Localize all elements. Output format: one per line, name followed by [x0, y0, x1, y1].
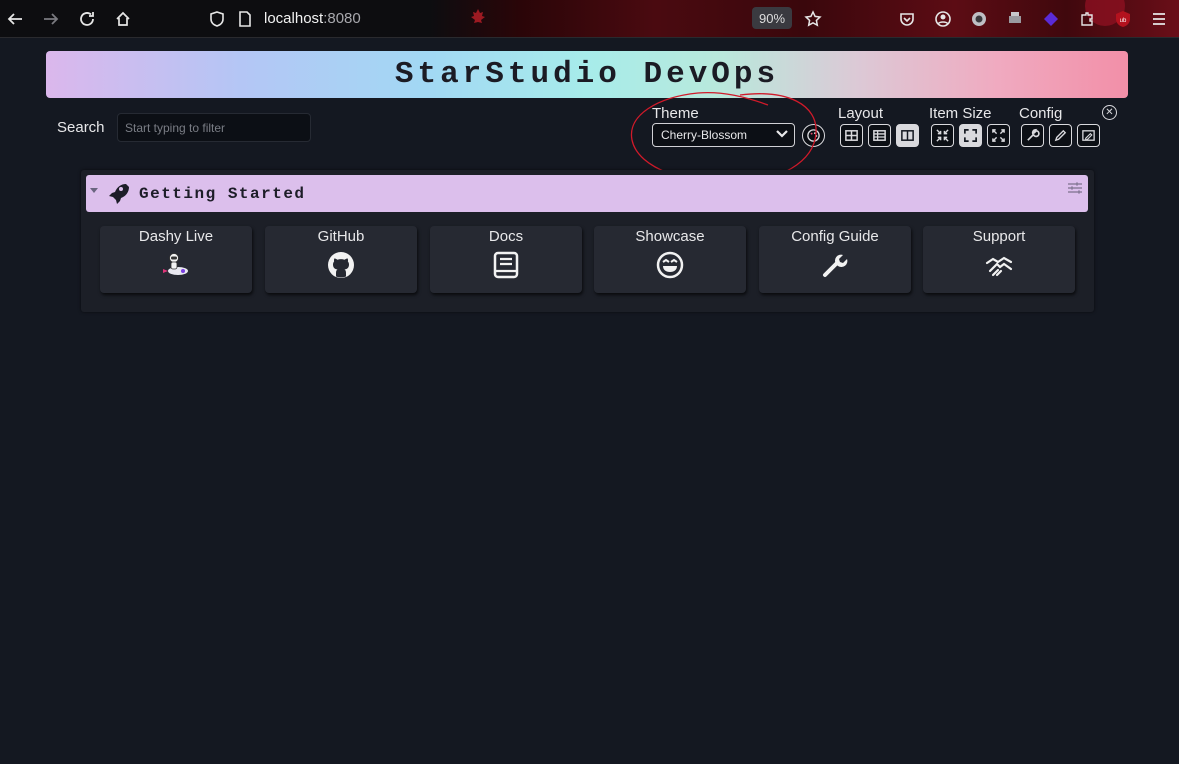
section-header[interactable]: Getting Started	[86, 175, 1088, 212]
config-label: Config	[1019, 105, 1063, 122]
page-title: StarStudio DevOps	[394, 57, 780, 92]
item-docs[interactable]: Docs	[430, 226, 582, 293]
browser-toolbar: localhost:8080 90% ub	[0, 0, 1179, 38]
heart-eyes-smiley-icon	[654, 249, 686, 281]
tracking-shield-icon[interactable]	[207, 9, 227, 29]
reload-icon[interactable]	[77, 9, 97, 29]
section-options-icon[interactable]	[1067, 181, 1083, 195]
forward-icon[interactable]	[41, 9, 61, 29]
item-label: Showcase	[635, 228, 705, 245]
columns-layout-icon	[901, 130, 914, 141]
maple-leaf-icon	[468, 7, 488, 27]
ublock-origin-icon[interactable]: ub	[1113, 9, 1133, 29]
expand-icon	[992, 129, 1005, 142]
list-layout-icon	[873, 130, 886, 141]
github-icon	[325, 249, 357, 281]
extension-circle-icon[interactable]	[969, 9, 989, 29]
theme-configurator-button[interactable]	[802, 124, 825, 147]
layout-horizontal-button[interactable]	[896, 124, 919, 147]
menu-hamburger-icon[interactable]	[1149, 9, 1169, 29]
home-icon[interactable]	[113, 9, 133, 29]
extensions-puzzle-icon[interactable]	[1077, 9, 1097, 29]
wrench-icon	[1027, 128, 1040, 141]
printer-extension-icon[interactable]	[1005, 9, 1025, 29]
layout-vertical-button[interactable]	[868, 124, 891, 147]
item-label: GitHub	[317, 228, 365, 245]
search-label: Search	[57, 119, 105, 136]
item-showcase[interactable]: Showcase	[594, 226, 746, 293]
pocket-icon[interactable]	[897, 9, 917, 29]
item-label: Config Guide	[791, 228, 879, 245]
item-label: Docs	[488, 228, 524, 245]
item-size-medium-button[interactable]	[959, 124, 982, 147]
diamond-extension-icon[interactable]	[1041, 9, 1061, 29]
chevron-down-icon	[776, 130, 788, 138]
astronaut-rocket-icon	[160, 249, 192, 281]
item-label: Dashy Live	[138, 228, 214, 245]
config-edit-mode-button[interactable]	[1077, 124, 1100, 147]
wrench-icon	[819, 249, 851, 281]
item-size-label: Item Size	[929, 105, 992, 122]
search-input[interactable]	[117, 113, 311, 142]
page-info-icon[interactable]	[235, 9, 255, 29]
layout-auto-button[interactable]	[840, 124, 863, 147]
focus-frame-icon	[964, 129, 977, 142]
theme-select-value: Cherry-Blossom	[661, 128, 748, 142]
item-config-guide[interactable]: Config Guide	[759, 226, 911, 293]
back-icon[interactable]	[5, 9, 25, 29]
address-bar-url[interactable]: localhost:8080	[264, 10, 361, 27]
theme-select[interactable]: Cherry-Blossom	[652, 123, 795, 147]
rocket-icon	[109, 184, 129, 204]
item-github[interactable]: GitHub	[265, 226, 417, 293]
close-settings-icon[interactable]: ✕	[1102, 105, 1117, 120]
config-settings-button[interactable]	[1021, 124, 1044, 147]
header-banner: StarStudio DevOps	[46, 51, 1128, 98]
bookmark-star-icon[interactable]	[803, 9, 823, 29]
pencil-icon	[1054, 129, 1067, 142]
collapse-caret-icon[interactable]	[90, 188, 98, 193]
layout-label: Layout	[838, 105, 884, 122]
item-support[interactable]: Support	[923, 226, 1075, 293]
palette-icon	[807, 129, 820, 142]
zoom-level-badge[interactable]: 90%	[752, 7, 792, 29]
item-size-large-button[interactable]	[987, 124, 1010, 147]
handshake-icon	[983, 249, 1015, 281]
item-dashy-live[interactable]: Dashy Live	[100, 226, 252, 293]
config-edit-button[interactable]	[1049, 124, 1072, 147]
book-icon	[490, 249, 522, 281]
item-label: Support	[972, 228, 1026, 245]
edit-document-icon	[1082, 130, 1095, 141]
account-icon[interactable]	[933, 9, 953, 29]
svg-text:ub: ub	[1120, 18, 1127, 24]
item-size-small-button[interactable]	[931, 124, 954, 147]
url-port: :8080	[323, 10, 361, 27]
compress-icon	[936, 129, 949, 142]
theme-label: Theme	[652, 105, 699, 122]
grid-layout-icon	[845, 130, 858, 141]
url-host: localhost	[264, 10, 324, 27]
section-title: Getting Started	[139, 185, 306, 203]
